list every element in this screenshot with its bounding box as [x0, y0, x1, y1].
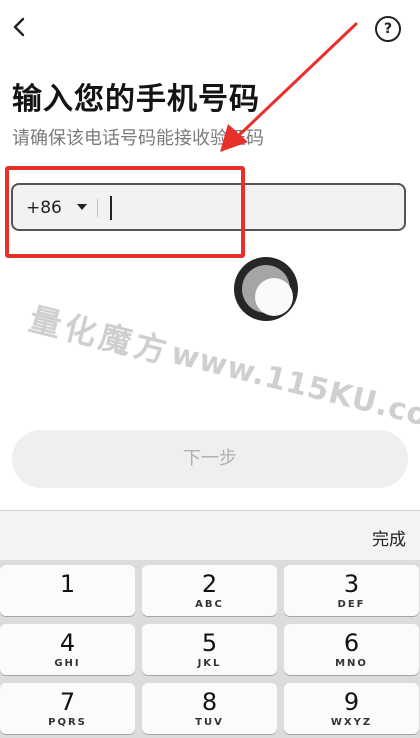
key-6[interactable]: 6 MNO [284, 624, 419, 675]
next-step-button[interactable]: 下一步 [12, 430, 408, 488]
keyboard-toolbar: 完成 [0, 510, 420, 560]
watermark-cn-text: 量化魔方 [25, 299, 175, 372]
key-1[interactable]: 1 [0, 565, 135, 616]
key-9[interactable]: 9 WXYZ [284, 683, 419, 734]
annotation-arrow-icon [220, 22, 358, 152]
key-4[interactable]: 4 GHI [0, 624, 135, 675]
key-8[interactable]: 8 TUV [142, 683, 277, 734]
numeric-keyboard: 完成 1 2 ABC 3 DEF 4 GHI 5 JKL 6 MNO 7 PQR… [0, 510, 420, 738]
loading-spinner-icon [234, 257, 298, 321]
key-3[interactable]: 3 DEF [284, 565, 419, 616]
key-7[interactable]: 7 PQRS [0, 683, 135, 734]
watermark-url-text: www.115KU.com [167, 336, 420, 442]
key-2[interactable]: 2 ABC [142, 565, 277, 616]
key-5[interactable]: 5 JKL [142, 624, 277, 675]
done-button[interactable]: 完成 [372, 525, 406, 550]
watermark: 量化魔方 www.115KU.com [25, 288, 420, 448]
